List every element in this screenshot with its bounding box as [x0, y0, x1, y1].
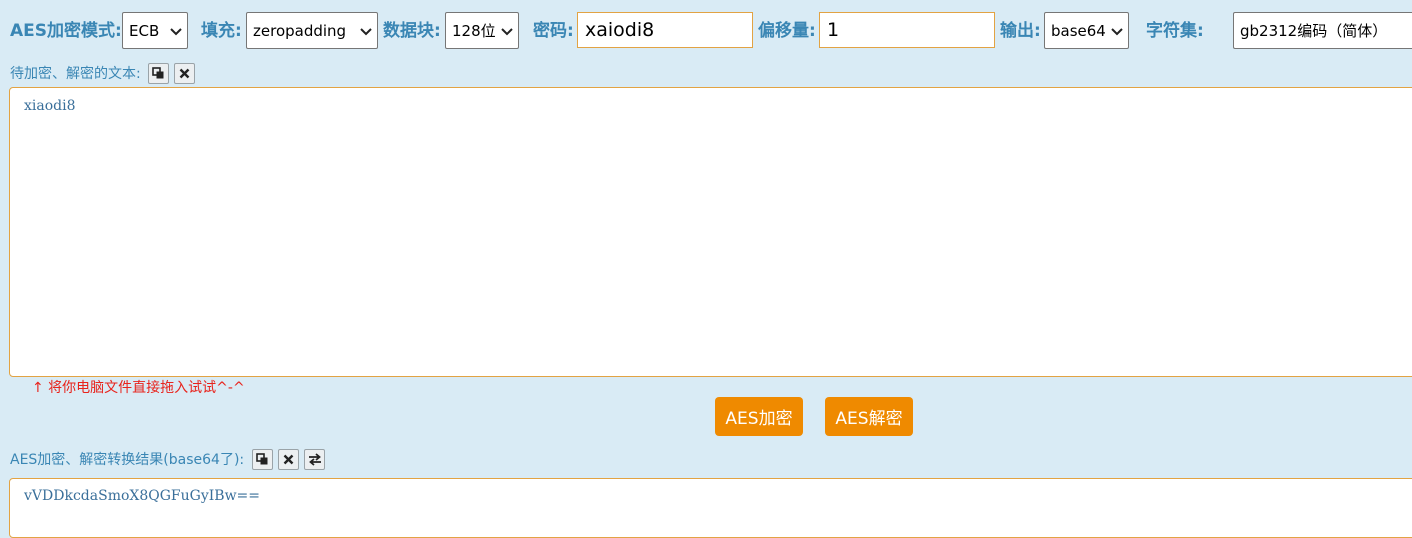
block-select[interactable]: 128位 — [445, 12, 519, 49]
mode-select[interactable]: ECB — [122, 12, 188, 49]
block-select-value: 128位 — [452, 22, 496, 40]
padding-select[interactable]: zeropadding — [246, 12, 378, 49]
clear-icon — [283, 454, 294, 465]
chevron-down-icon — [1111, 27, 1123, 35]
input-textarea[interactable]: xiaodi8 — [9, 87, 1412, 377]
drag-hint: ↑ 将你电脑文件直接拖入试试^-^ — [32, 380, 245, 396]
result-swap-button[interactable] — [304, 449, 325, 470]
output-label: 输出: — [1000, 21, 1041, 41]
aes-encrypt-button[interactable]: AES加密 — [715, 397, 803, 436]
padding-select-value: zeropadding — [253, 21, 347, 40]
result-clear-button[interactable] — [278, 449, 299, 470]
offset-label: 偏移量: — [758, 21, 816, 41]
chevron-down-icon — [501, 27, 513, 35]
padding-label: 填充: — [201, 21, 242, 41]
charset-select-value: gb2312编码（简体） — [1240, 22, 1388, 40]
clear-icon — [179, 68, 190, 79]
chevron-down-icon — [360, 27, 372, 35]
charset-label: 字符集: — [1146, 21, 1204, 41]
output-select[interactable]: base64 — [1044, 12, 1129, 49]
mode-select-value: ECB — [129, 21, 160, 40]
swap-icon — [308, 453, 321, 466]
password-label: 密码: — [533, 21, 574, 41]
input-clear-button[interactable] — [174, 63, 195, 84]
input-label: 待加密、解密的文本: — [10, 66, 141, 82]
password-input[interactable]: xaiodi8 — [577, 12, 753, 48]
charset-select[interactable]: gb2312编码（简体） — [1233, 12, 1412, 49]
offset-input[interactable]: 1 — [819, 12, 995, 48]
block-label: 数据块: — [383, 21, 441, 41]
result-textarea[interactable]: vVDDkcdaSmoX8QGFuGyIBw== — [9, 478, 1412, 538]
copy-icon — [152, 67, 164, 79]
chevron-down-icon — [170, 27, 182, 35]
result-label: AES加密、解密转换结果(base64了): — [10, 452, 245, 468]
input-copy-button[interactable] — [148, 63, 169, 84]
mode-label: AES加密模式: — [10, 21, 122, 41]
output-select-value: base64 — [1051, 21, 1106, 40]
result-copy-button[interactable] — [252, 449, 273, 470]
aes-decrypt-button[interactable]: AES解密 — [825, 397, 913, 436]
copy-icon — [256, 453, 268, 465]
